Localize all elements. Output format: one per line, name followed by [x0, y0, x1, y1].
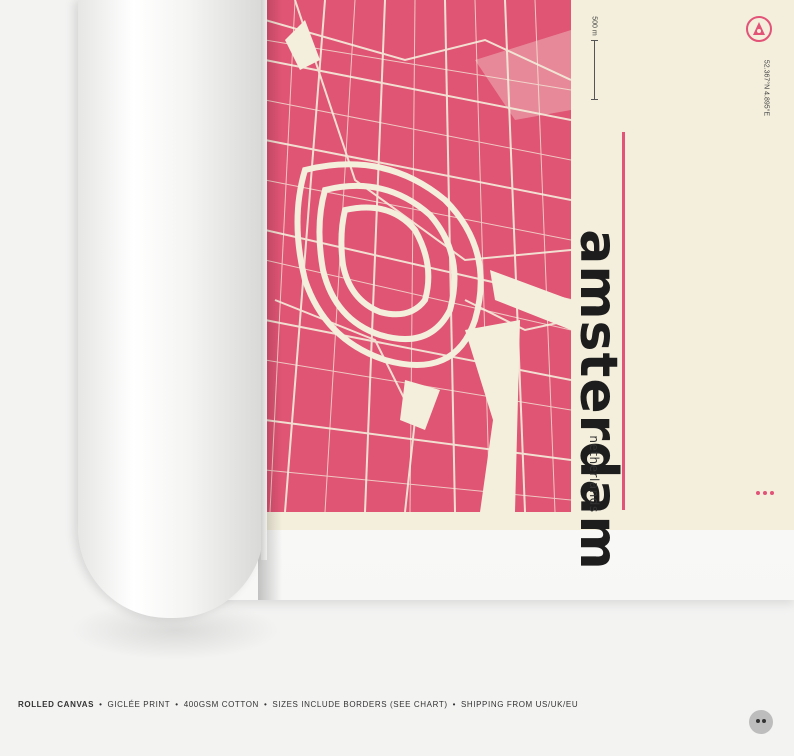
city-map [265, 0, 571, 512]
caption-item-sizes: SIZES INCLUDE BORDERS (SEE CHART) [272, 700, 448, 709]
poster-title: amsterdam [568, 229, 628, 571]
caption-item-giclee: GICLÉE PRINT [107, 700, 171, 709]
coordinates-label: 52.367°N 4.895°E [762, 59, 770, 117]
compass-icon [746, 16, 772, 42]
rolled-canvas-tube [78, 0, 267, 618]
owl-badge-icon [749, 710, 773, 734]
decorative-dots [756, 491, 774, 495]
caption-item-cotton: 400GSM COTTON [183, 700, 259, 709]
scale-bar [591, 40, 598, 100]
product-photo: 52.367°N 4.895°E 500 m amsterdam netherl… [0, 0, 794, 756]
caption-item-rolled-canvas: ROLLED CANVAS [18, 700, 95, 709]
product-caption: ROLLED CANVAS • GICLÉE PRINT • 400GSM COTTON… [18, 700, 579, 709]
scale-label: 500 m [590, 16, 598, 36]
poster-subtitle: netherlands [587, 435, 601, 513]
caption-item-shipping: SHIPPING FROM US/UK/EU [460, 700, 579, 709]
street-map-graphic [265, 0, 571, 512]
